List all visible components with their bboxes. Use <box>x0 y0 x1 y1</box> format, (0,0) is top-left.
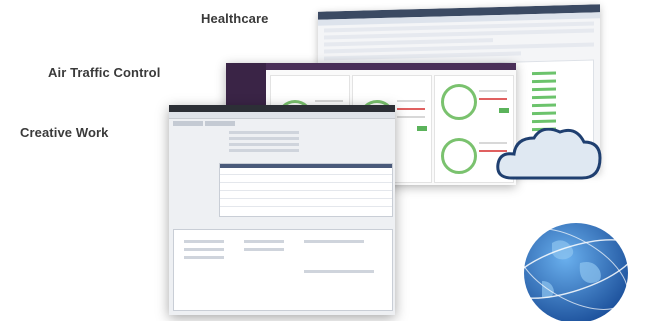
creative-field <box>229 137 299 140</box>
creative-work-screenshot <box>169 105 395 315</box>
healthcare-status-bar <box>532 119 556 124</box>
healthcare-status-bar <box>532 95 556 100</box>
label-healthcare: Healthcare <box>201 11 269 26</box>
detail-field <box>184 256 224 259</box>
panel-line-red <box>397 108 425 110</box>
detail-field <box>244 248 284 251</box>
panel-line <box>479 90 507 92</box>
detail-field <box>304 270 374 273</box>
creative-data-grid <box>219 163 393 217</box>
grid-header <box>220 164 392 168</box>
creative-menubar <box>169 112 395 119</box>
air-traffic-titlebar <box>226 63 516 70</box>
grid-row <box>220 190 392 191</box>
detail-field <box>184 240 224 243</box>
gauge-ring <box>441 84 477 120</box>
panel-button <box>499 108 509 113</box>
grid-row <box>220 174 392 175</box>
panel-line-red <box>479 98 507 100</box>
creative-field <box>229 131 299 134</box>
healthcare-status-bar <box>532 79 556 84</box>
creative-field <box>229 149 299 152</box>
creative-field <box>229 143 299 146</box>
healthcare-status-bar <box>532 111 556 116</box>
creative-tab <box>173 121 203 126</box>
detail-field <box>304 240 364 243</box>
panel-line <box>397 100 425 102</box>
label-air-traffic-control: Air Traffic Control <box>48 65 161 80</box>
detail-field <box>184 248 224 251</box>
creative-titlebar <box>169 105 395 112</box>
grid-row <box>220 206 392 207</box>
panel-button <box>417 126 427 131</box>
healthcare-status-bar <box>532 103 556 108</box>
healthcare-status-bar <box>532 87 556 92</box>
cloud-icon <box>496 128 602 180</box>
healthcare-status-bar <box>532 71 556 76</box>
creative-tab <box>205 121 235 126</box>
grid-row <box>220 182 392 183</box>
panel-line <box>315 100 343 102</box>
panel-line <box>397 116 425 118</box>
creative-detail-panel <box>173 229 393 311</box>
globe-icon <box>508 223 636 321</box>
gauge-ring <box>441 138 477 174</box>
grid-row <box>220 198 392 199</box>
label-creative-work: Creative Work <box>20 125 109 140</box>
detail-field <box>244 240 284 243</box>
